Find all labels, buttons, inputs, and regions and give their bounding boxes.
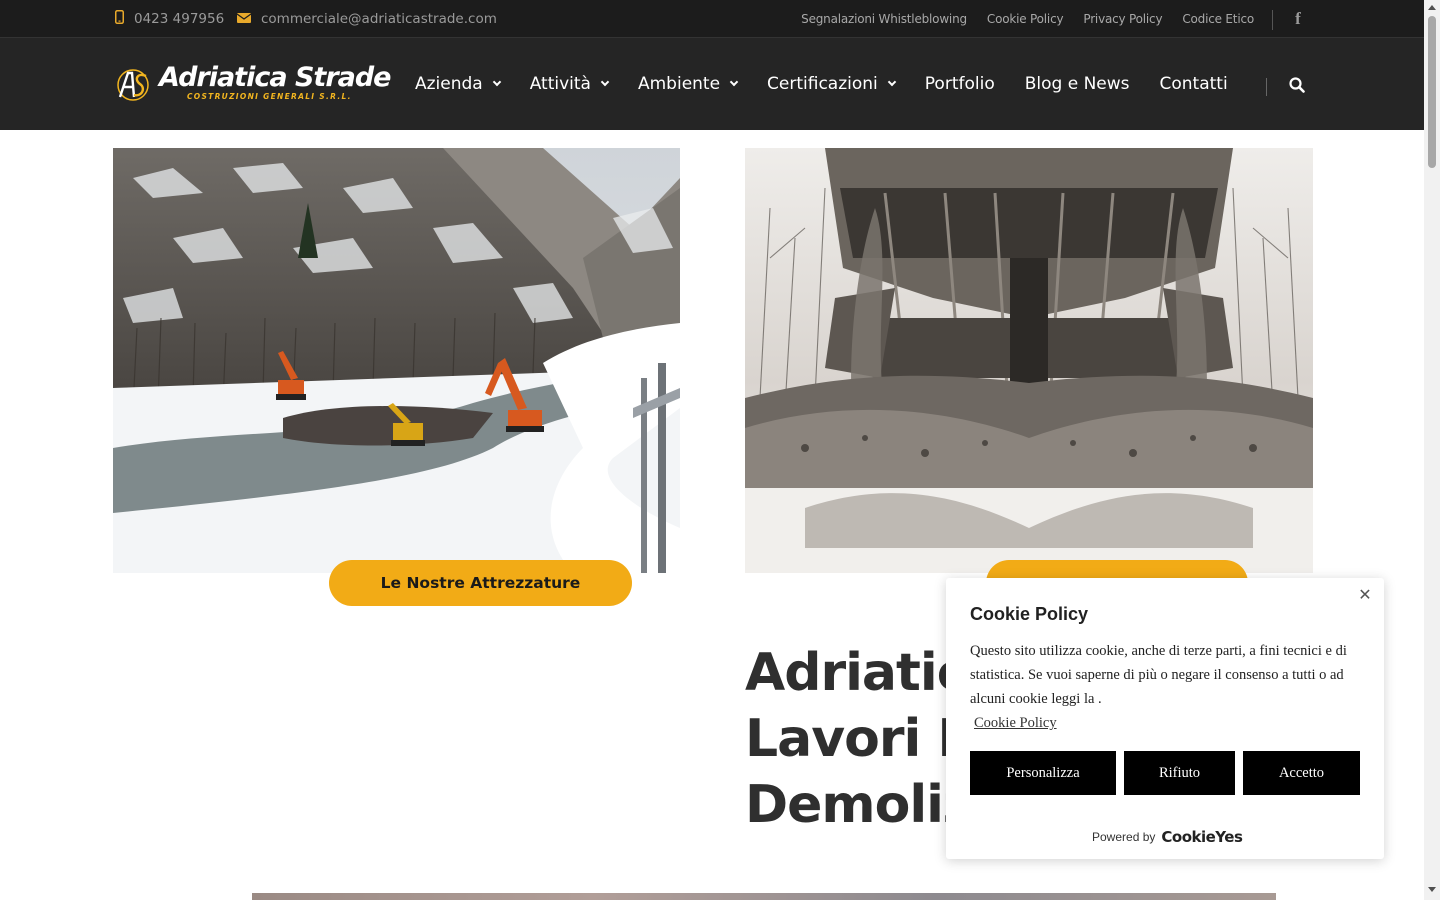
nav-contatti[interactable]: Contatti [1160, 74, 1228, 94]
chevron-down-icon [492, 77, 501, 87]
attrezzature-button[interactable]: Le Nostre Attrezzature [329, 560, 632, 606]
link-cookie-policy[interactable]: Cookie Policy [987, 12, 1064, 26]
top-links: Segnalazioni Whistleblowing Cookie Polic… [801, 0, 1254, 38]
nav-label: Blog e News [1024, 74, 1130, 94]
logo-mark-icon [117, 69, 149, 101]
facebook-icon[interactable]: f [1291, 9, 1305, 29]
phone-number: 0423 497956 [134, 11, 225, 27]
link-whistleblowing[interactable]: Segnalazioni Whistleblowing [801, 12, 967, 26]
cookieyes-brand: CookieYes [1161, 828, 1243, 846]
nav-divider [1266, 78, 1267, 96]
chevron-down-icon [887, 77, 897, 87]
search-icon[interactable] [1289, 77, 1305, 93]
scroll-thumb[interactable] [1428, 16, 1436, 168]
email-address: commerciale@adriaticastrade.com [261, 11, 497, 27]
nav-blog-news[interactable]: Blog e News [1025, 74, 1130, 94]
cookie-consent-dialog: ✕ Cookie Policy Questo sito utilizza coo… [946, 578, 1384, 859]
nav-label: Portfolio [924, 74, 995, 94]
nav-certificazioni[interactable]: Certificazioni [767, 74, 897, 94]
logo-name: Adriatica Strade [159, 62, 391, 93]
phone-contact[interactable]: 0423 497956 [115, 0, 224, 38]
accept-button[interactable]: Accetto [1243, 751, 1360, 795]
cookie-description: Questo sito utilizza cookie, anche di te… [970, 643, 1347, 707]
logo[interactable]: Adriatica Strade COSTRUZIONI GENERALI S.… [115, 62, 391, 105]
nav-label: Certificazioni [767, 74, 878, 94]
top-bar: 0423 497956 commerciale@adriaticastrade.… [0, 0, 1424, 38]
nav-label: Contatti [1159, 74, 1228, 94]
scrollbar[interactable] [1424, 0, 1440, 900]
powered-by-label: Powered by [1092, 830, 1156, 844]
top-divider [1272, 10, 1273, 30]
nav-label: Attività [529, 74, 591, 94]
chevron-down-icon [729, 77, 739, 87]
screening-bucket-photo [745, 148, 1313, 573]
site-header: Adriatica Strade COSTRUZIONI GENERALI S.… [0, 38, 1424, 130]
link-privacy-policy[interactable]: Privacy Policy [1083, 12, 1162, 26]
scroll-down-icon[interactable] [1428, 887, 1436, 892]
main-nav: Azienda Attività Ambiente Certificazioni… [415, 38, 1258, 130]
excavators-river-photo [113, 148, 680, 573]
nav-azienda[interactable]: Azienda [415, 74, 501, 94]
logo-subtitle: COSTRUZIONI GENERALI S.R.L. [187, 92, 352, 101]
banner-image [252, 893, 1276, 900]
nav-portfolio[interactable]: Portfolio [925, 74, 995, 94]
mail-icon [236, 12, 252, 27]
scroll-up-icon[interactable] [1428, 5, 1436, 10]
phone-icon [115, 10, 124, 28]
cookie-title: Cookie Policy [970, 604, 1089, 624]
reject-button[interactable]: Rifiuto [1124, 751, 1235, 795]
nav-label: Azienda [415, 74, 483, 94]
email-contact[interactable]: commerciale@adriaticastrade.com [236, 0, 497, 38]
customize-button[interactable]: Personalizza [970, 751, 1116, 795]
nav-ambiente[interactable]: Ambiente [637, 74, 739, 94]
nav-label: Ambiente [637, 74, 721, 94]
chevron-down-icon [600, 77, 610, 87]
cookie-policy-link[interactable]: Cookie Policy [974, 711, 1057, 735]
nav-attivita[interactable]: Attività [529, 74, 610, 94]
close-icon[interactable]: ✕ [1358, 587, 1372, 603]
powered-by[interactable]: Powered by CookieYes [1092, 828, 1243, 846]
link-codice-etico[interactable]: Codice Etico [1182, 12, 1254, 26]
